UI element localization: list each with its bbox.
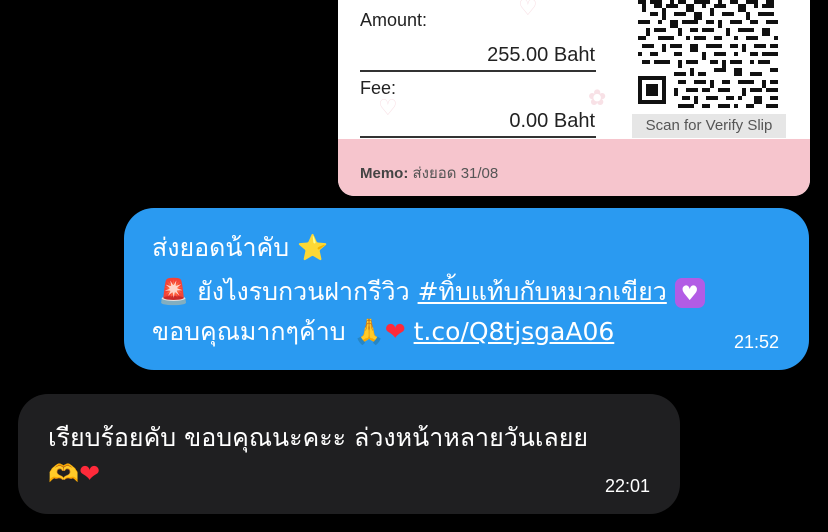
url-link[interactable]: t.co/Q8tjsgaA06	[414, 317, 615, 346]
slip-body: ♡ ✿ ♡ Amount: 255.00 Baht Fee: 0.00 Baht	[338, 0, 810, 139]
message-line-2: 🚨 ยังไงรบกวนฝากรีวิว #ทิ้บแท้บกับหมวกเขี…	[158, 276, 705, 308]
message-line-3: ขอบคุณมากๆค้าบ 🙏❤ t.co/Q8tjsgaA06	[152, 316, 614, 348]
memo-bar: Memo: ส่งยอด 31/08	[338, 139, 810, 196]
message-line-1: เรียบร้อยคับ ขอบคุณนะคะะ ล่วงหน้าหลายวัน…	[48, 423, 589, 452]
qr-code-icon	[638, 0, 782, 108]
star-icon: ⭐	[297, 233, 329, 262]
message-timestamp: 22:01	[604, 476, 650, 496]
red-heart-icon: ❤	[384, 317, 406, 346]
message-text: ส่งยอดน้าคับ	[152, 233, 290, 262]
memo-label: Memo:	[360, 165, 409, 182]
heart-hands-icon: 🫶	[48, 459, 80, 488]
fee-divider	[360, 136, 596, 138]
amount-divider	[360, 70, 596, 72]
message-text: ขอบคุณมากๆค้าบ	[152, 317, 346, 346]
message-timestamp: 21:52	[733, 332, 779, 352]
qr-caption: Scan for Verify Slip	[632, 114, 786, 138]
message-line-1: ส่งยอดน้าคับ ⭐	[152, 232, 328, 264]
fee-label: Fee:	[360, 78, 397, 98]
message-text: ยังไงรบกวนฝากรีวิว	[197, 277, 410, 306]
outgoing-message-bubble[interactable]: ส่งยอดน้าคับ ⭐ 🚨 ยังไงรบกวนฝากรีวิว #ทิ้…	[124, 208, 809, 370]
memo: Memo: ส่งยอด 31/08	[360, 161, 498, 185]
incoming-message-bubble[interactable]: เรียบร้อยคับ ขอบคุณนะคะะ ล่วงหน้าหลายวัน…	[18, 394, 680, 514]
message-line-2: 🫶❤	[48, 458, 100, 490]
amount-label: Amount:	[360, 10, 428, 30]
siren-icon: 🚨	[158, 277, 190, 306]
fee-value: 0.00 Baht	[509, 110, 595, 132]
memo-value: ส่งยอด 31/08	[412, 165, 499, 182]
praying-hands-icon: 🙏	[353, 317, 385, 346]
cupcake-doodle-icon: ♡	[518, 0, 538, 21]
milk-doodle-icon: ♡	[378, 96, 398, 121]
red-heart-icon: ❤	[79, 459, 101, 488]
bow-doodle-icon: ✿	[588, 86, 607, 111]
payment-slip-image[interactable]: ♡ ✿ ♡ Amount: 255.00 Baht Fee: 0.00 Baht	[338, 0, 810, 196]
hashtag-link[interactable]: #ทิ้บแท้บกับหมวกเขียว	[418, 277, 667, 306]
purple-heart-icon: ♥	[674, 278, 705, 308]
amount-value: 255.00 Baht	[487, 44, 595, 66]
